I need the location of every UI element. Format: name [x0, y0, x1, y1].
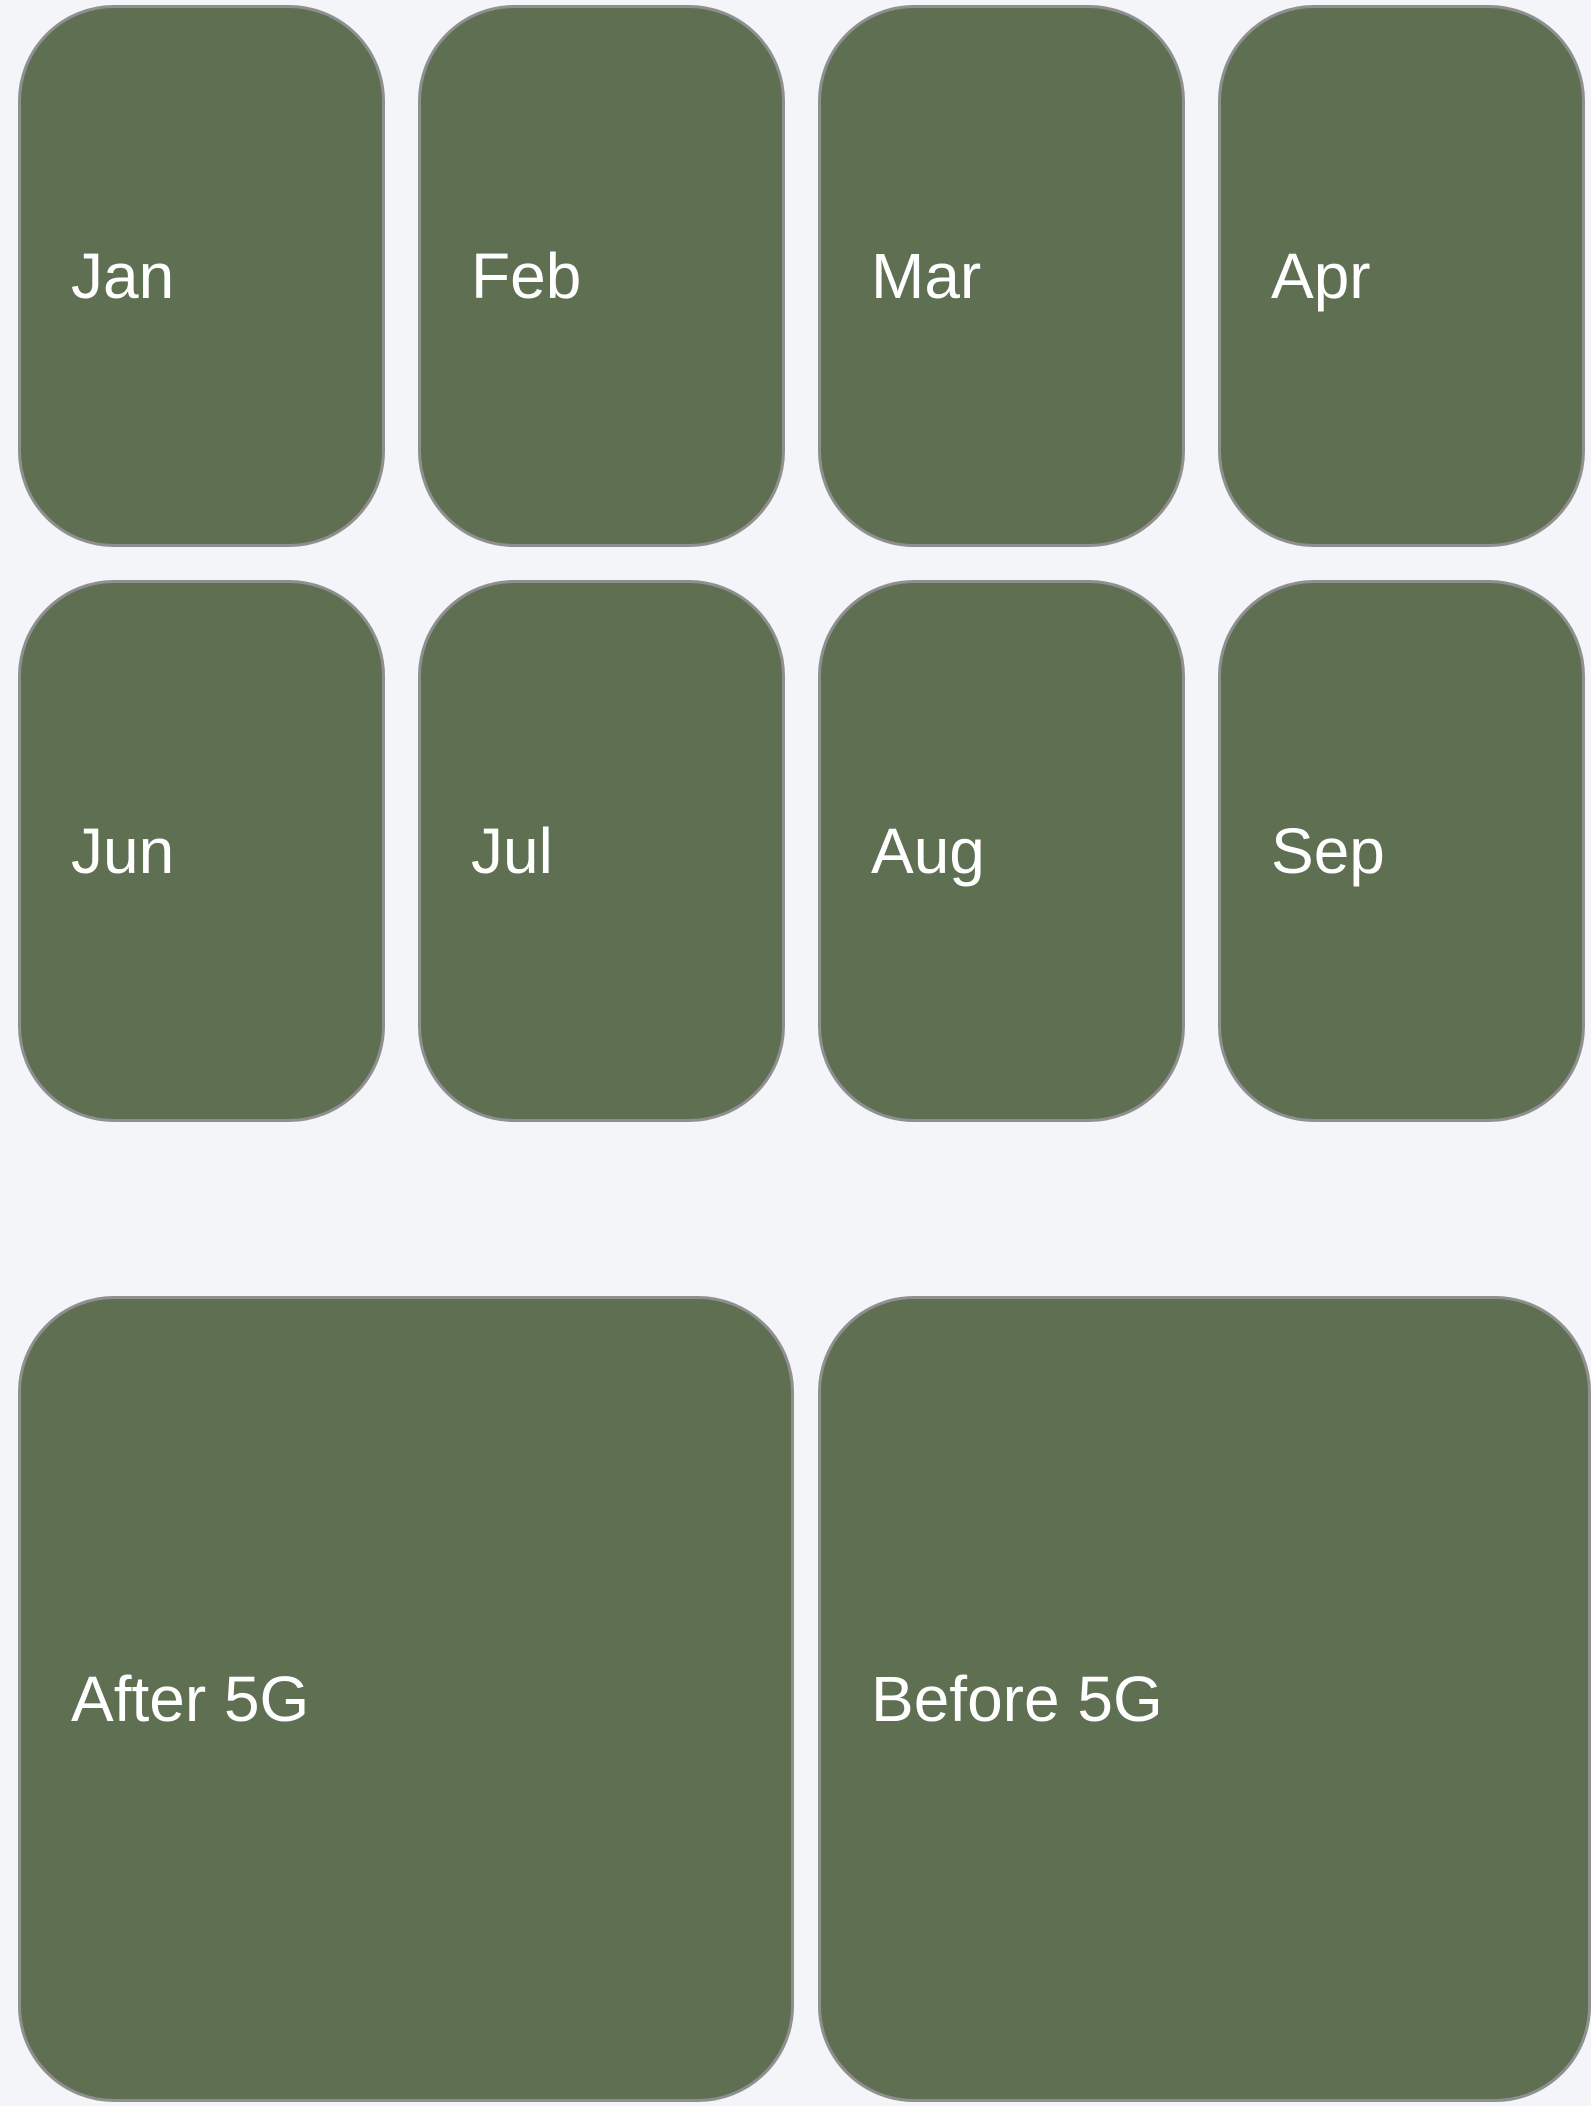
- tile-label: Jul: [471, 815, 553, 887]
- tile-label: Jun: [71, 815, 175, 887]
- tile-feb[interactable]: Feb: [418, 5, 785, 547]
- tile-label: Sep: [1271, 815, 1385, 887]
- tile-jan[interactable]: Jan: [18, 5, 385, 547]
- tile-jun[interactable]: Jun: [18, 580, 385, 1122]
- tile-label: Before 5G: [871, 1663, 1163, 1735]
- tile-before-5g[interactable]: Before 5G: [818, 1296, 1591, 2102]
- tile-label: Mar: [871, 240, 982, 312]
- tile-jul[interactable]: Jul: [418, 580, 785, 1122]
- tile-sep[interactable]: Sep: [1218, 580, 1585, 1122]
- tile-apr[interactable]: Apr: [1218, 5, 1585, 547]
- tile-label: After 5G: [71, 1663, 310, 1735]
- tile-after-5g[interactable]: After 5G: [18, 1296, 794, 2102]
- tile-label: Aug: [871, 815, 985, 887]
- tile-label: Apr: [1271, 240, 1371, 312]
- tile-aug[interactable]: Aug: [818, 580, 1185, 1122]
- tile-mar[interactable]: Mar: [818, 5, 1185, 547]
- tile-label: Jan: [71, 240, 175, 312]
- tile-label: Feb: [471, 240, 582, 312]
